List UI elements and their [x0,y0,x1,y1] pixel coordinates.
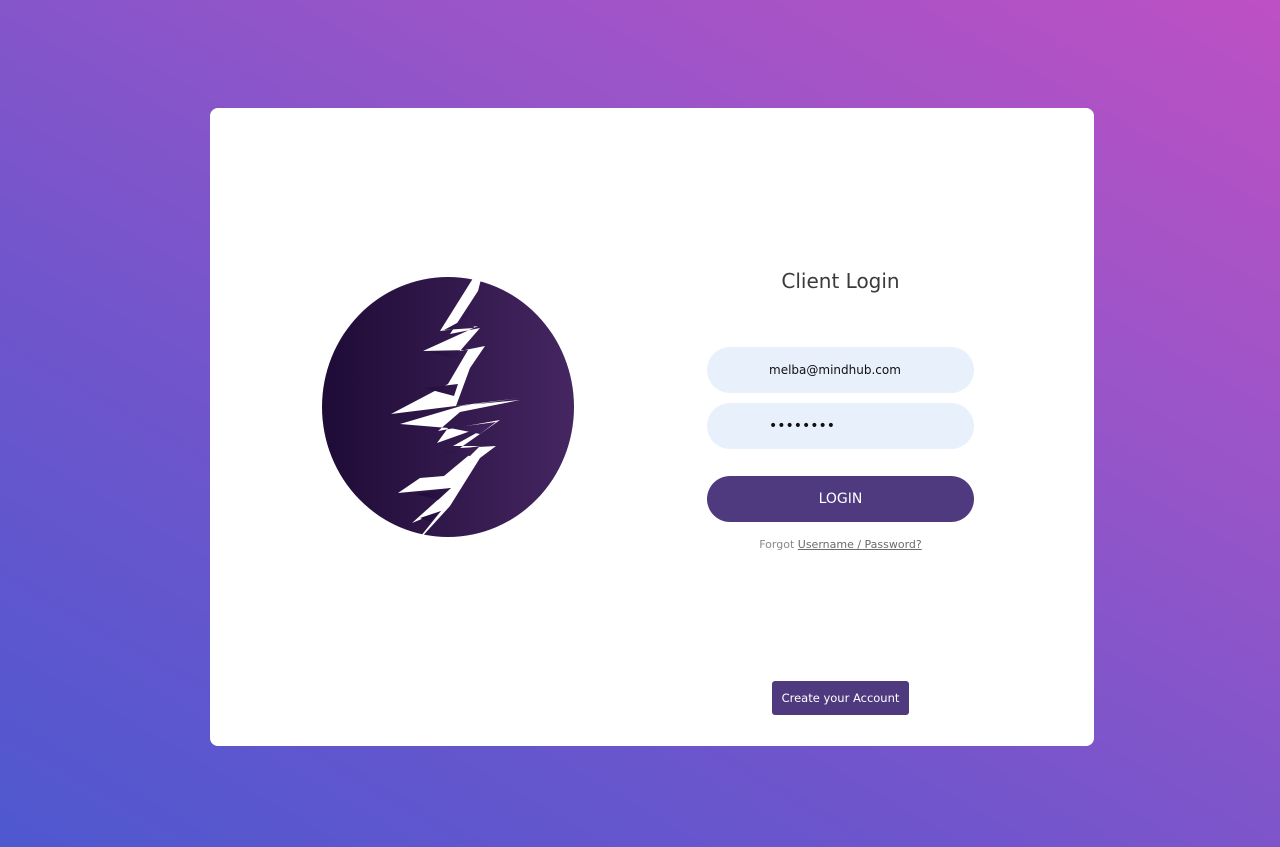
password-field[interactable] [707,403,974,449]
login-card: Client Login LOGIN Forgot Username / Pas… [210,108,1094,746]
create-account-button[interactable]: Create your Account [772,681,909,715]
login-button[interactable]: LOGIN [707,476,974,522]
forgot-credentials-link[interactable]: Username / Password? [798,538,922,551]
forgot-prefix-text: Forgot [759,538,795,551]
email-field[interactable] [707,347,974,393]
forgot-credentials: Forgot Username / Password? [707,538,974,551]
page-title: Client Login [781,269,900,293]
lightning-logo-icon [320,256,580,556]
login-form: Client Login LOGIN Forgot Username / Pas… [707,108,974,746]
